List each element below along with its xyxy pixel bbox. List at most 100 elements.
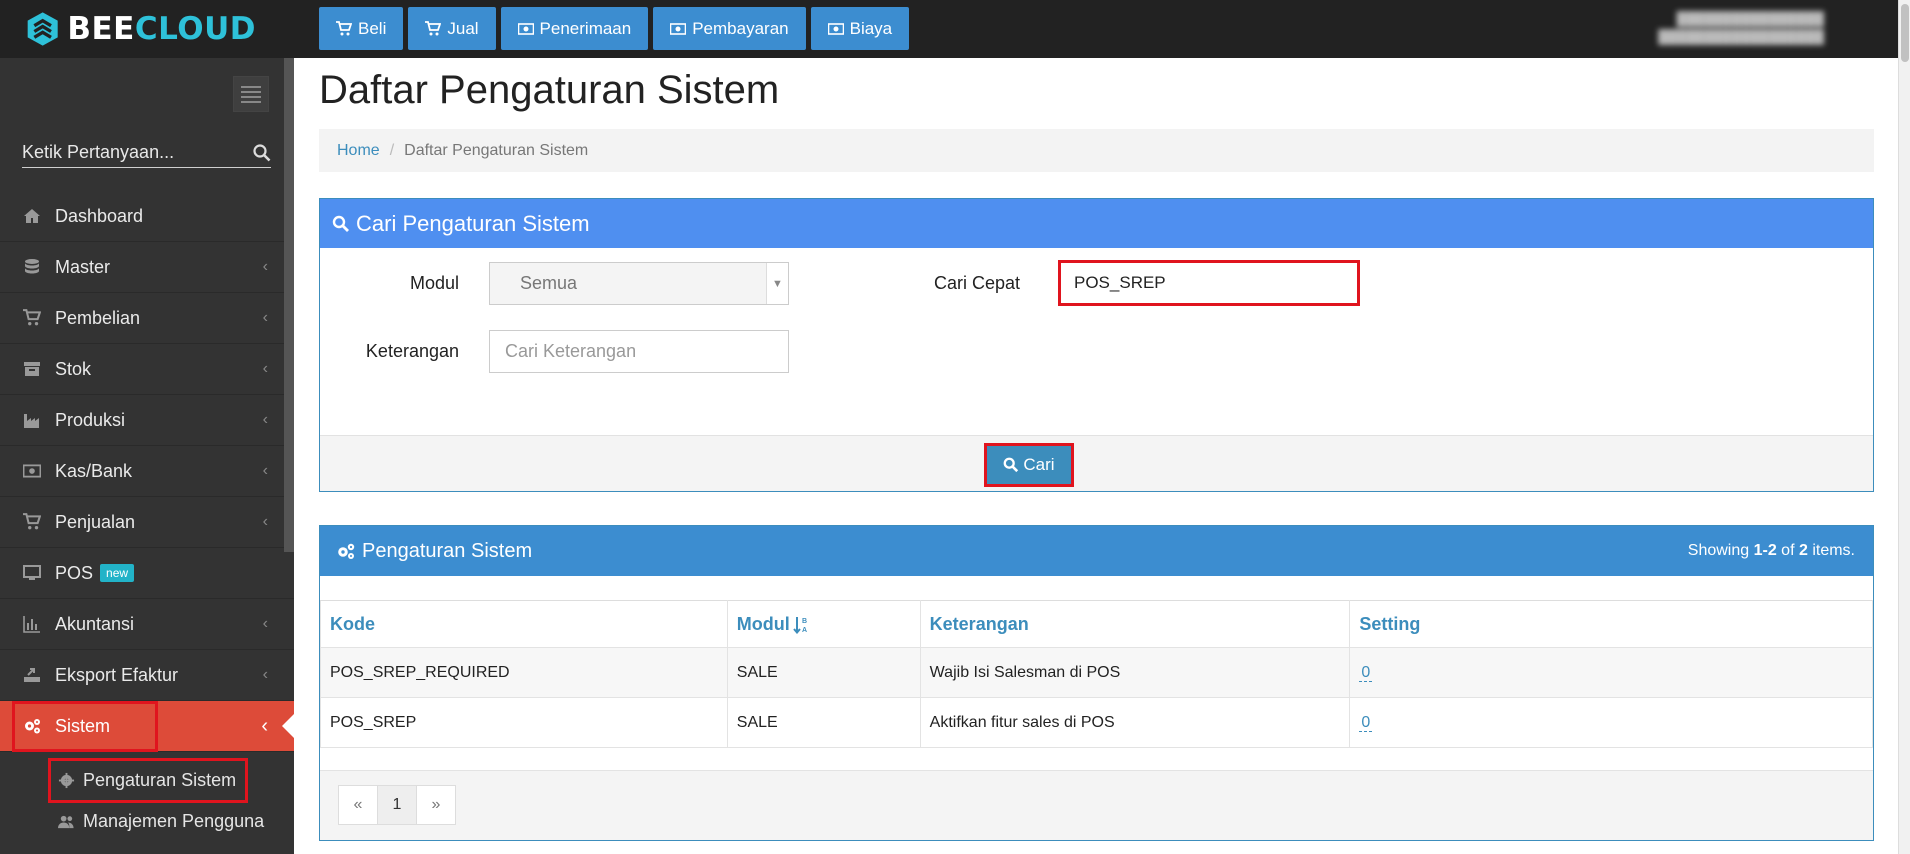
sidebar-item-dashboard[interactable]: Dashboard [0, 191, 294, 242]
settings-table: Kode Modul B A Keterangan Setting POS_SREP… [320, 600, 1873, 748]
keterangan-row: Keterangan [320, 330, 789, 373]
sidebar-item-pembelian[interactable]: Pembelian ‹ [0, 293, 294, 344]
sidebar-subitem-pengaturan-sistem[interactable]: Pengaturan Sistem [0, 758, 294, 803]
modul-label: Modul [409, 273, 459, 293]
sidebar-toggle-button[interactable] [233, 76, 269, 112]
sidebar: Dashboard Master ‹ Pembelian ‹ Stok ‹ Pr… [0, 58, 294, 854]
pembayaran-button[interactable]: Pembayaran [653, 7, 806, 50]
sidebar-menu: Dashboard Master ‹ Pembelian ‹ Stok ‹ Pr… [0, 191, 294, 842]
cari-button[interactable]: Cari [984, 443, 1074, 487]
search-icon [1004, 457, 1019, 473]
beli-button[interactable]: Beli [319, 7, 404, 50]
brand-logo[interactable]: BEECLOUD [26, 8, 256, 50]
sidebar-item-sistem[interactable]: Sistem ‹ [0, 701, 294, 752]
breadcrumb-home-link[interactable]: Home [337, 142, 380, 160]
chevron-left-icon: ‹ [262, 360, 268, 377]
money-icon [827, 22, 844, 35]
search-panel: Cari Pengaturan Sistem Modul Semua ▼ Ket… [319, 198, 1874, 492]
modul-row: Modul Semua ▼ [320, 262, 789, 305]
search-panel-header: Cari Pengaturan Sistem [320, 199, 1873, 248]
column-header-modul[interactable]: Modul B A [726, 600, 921, 648]
user-info-blurred[interactable]: ████████████████ ██████████████████ [1658, 10, 1824, 46]
cart-icon [336, 20, 352, 35]
keterangan-input[interactable] [489, 330, 789, 373]
sidebar-item-pos[interactable]: POS new [0, 548, 294, 599]
table-row: POS_SREP SALE Aktifkan fitur sales di PO… [320, 697, 1873, 748]
search-panel-footer: Cari [320, 435, 1873, 491]
chevron-left-icon: ‹ [262, 513, 268, 530]
svg-text:A: A [802, 627, 807, 634]
setting-edit-link[interactable]: 0 [1359, 713, 1373, 732]
sidebar-item-kas-bank[interactable]: Kas/Bank ‹ [0, 446, 294, 497]
search-panel-title: Cari Pengaturan Sistem [356, 210, 590, 236]
setting-edit-link[interactable]: 0 [1359, 663, 1373, 682]
home-icon [21, 207, 43, 225]
dropdown-arrow-icon[interactable]: ▼ [766, 263, 788, 304]
cell-modul: SALE [726, 697, 921, 748]
gears-icon [338, 543, 355, 559]
main-content: Daftar Pengaturan Sistem Home / Daftar P… [294, 58, 1898, 854]
sidebar-item-master[interactable]: Master ‹ [0, 242, 294, 293]
chevron-down-icon: ‹ [261, 714, 268, 737]
cell-keterangan: Aktifkan fitur sales di POS [919, 697, 1351, 748]
cell-modul: SALE [726, 647, 921, 698]
svg-text:B: B [802, 618, 807, 625]
factory-icon [21, 411, 43, 429]
page-scrollbar[interactable] [1898, 0, 1910, 854]
database-icon [21, 258, 43, 276]
search-icon[interactable] [253, 143, 271, 162]
results-panel-header: Pengaturan Sistem Showing 1-2 of 2 items… [320, 526, 1873, 576]
sidebar-subitem-manajemen-pengguna[interactable]: Manajemen Pengguna [0, 801, 294, 842]
sidebar-item-penjualan[interactable]: Penjualan ‹ [0, 497, 294, 548]
quick-action-bar: Beli Jual Penerimaan Pembayaran Biaya [319, 7, 910, 50]
cell-kode: POS_SREP_REQUIRED [320, 647, 728, 698]
chevron-left-icon: ‹ [262, 411, 268, 428]
chevron-left-icon: ‹ [262, 462, 268, 479]
chevron-left-icon: ‹ [262, 666, 268, 683]
pagination-prev[interactable]: « [338, 785, 378, 825]
money-icon [670, 22, 687, 35]
pagination-page-1[interactable]: 1 [377, 785, 417, 825]
cell-setting: 0 [1349, 647, 1873, 698]
breadcrumb: Home / Daftar Pengaturan Sistem [319, 129, 1874, 172]
column-header-keterangan[interactable]: Keterangan [919, 600, 1351, 648]
sidebar-item-stok[interactable]: Stok ‹ [0, 344, 294, 395]
sidebar-item-akuntansi[interactable]: Akuntansi ‹ [0, 599, 294, 650]
modul-select[interactable]: Semua ▼ [489, 262, 789, 305]
sidebar-item-eksport-efaktur[interactable]: Eksport Efaktur ‹ [0, 650, 294, 701]
column-header-kode[interactable]: Kode [320, 600, 728, 648]
page-title: Daftar Pengaturan Sistem [319, 68, 780, 112]
column-header-setting[interactable]: Setting [1349, 600, 1873, 648]
sidebar-search-input[interactable] [22, 142, 232, 163]
search-icon [332, 215, 349, 232]
cart-icon [21, 309, 43, 327]
keterangan-label: Keterangan [365, 341, 459, 361]
pagination-next[interactable]: » [416, 785, 456, 825]
pagination: « 1 » [338, 785, 456, 825]
cell-setting: 0 [1349, 697, 1873, 748]
chevron-left-icon: ‹ [262, 258, 268, 275]
sidebar-scrollbar[interactable] [284, 58, 294, 552]
money-icon [517, 22, 534, 35]
sort-icon: BA [793, 616, 807, 634]
sidebar-item-produksi[interactable]: Produksi ‹ [0, 395, 294, 446]
jual-button[interactable]: Jual [408, 7, 496, 50]
money-icon [21, 462, 43, 480]
biaya-button[interactable]: Biaya [810, 7, 910, 50]
cari-cepat-input[interactable] [1058, 260, 1360, 306]
results-panel-title: Pengaturan Sistem [362, 539, 533, 562]
sidebar-search [22, 138, 271, 168]
monitor-icon [21, 564, 43, 582]
showing-summary: Showing 1-2 of 2 items. [1687, 542, 1855, 559]
scrollbar-thumb[interactable] [1901, 4, 1909, 62]
cart-icon [425, 20, 442, 35]
table-header-row: Kode Modul B A Keterangan Setting [320, 600, 1873, 648]
table-row: POS_SREP_REQUIRED SALE Wajib Isi Salesma… [320, 647, 1873, 698]
bar-chart-icon [21, 615, 43, 633]
cari-cepat-label: Cari Cepat [933, 272, 1020, 293]
results-panel: Pengaturan Sistem Showing 1-2 of 2 items… [319, 525, 1874, 841]
results-panel-footer: « 1 » [320, 770, 1873, 840]
chevron-left-icon: ‹ [262, 615, 268, 632]
penerimaan-button[interactable]: Penerimaan [500, 7, 649, 50]
cari-cepat-row: Cari Cepat [920, 260, 1360, 306]
